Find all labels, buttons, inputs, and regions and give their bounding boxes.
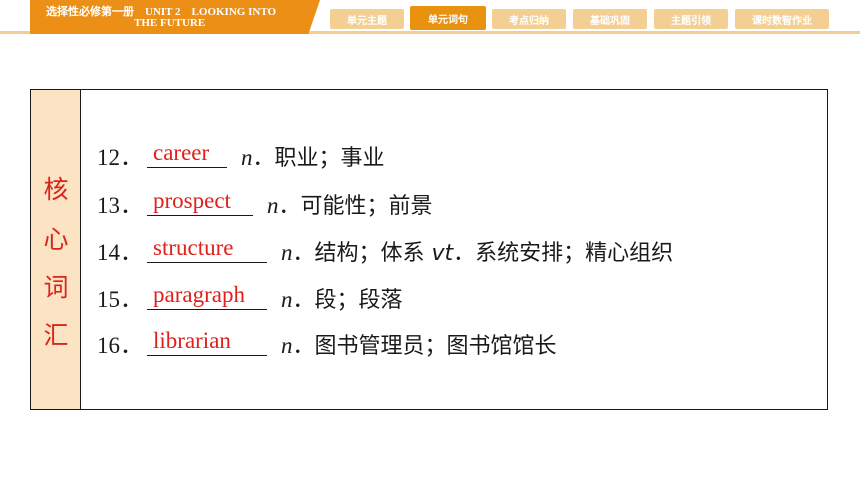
meaning-text: ．图书管理员；图书馆馆长 <box>292 334 557 359</box>
vocab-row: 16． librarian n．图书管理员；图书馆馆长 <box>97 320 797 360</box>
tab-digital-homework[interactable]: 课时数智作业 <box>735 9 829 29</box>
item-number: 13． <box>97 193 143 218</box>
side-label: 核 心 词 汇 <box>31 90 81 409</box>
vocabulary-panel: 核 心 词 汇 12． career n．职业；事业 13． prospect … <box>30 89 828 410</box>
side-label-char: 汇 <box>43 321 69 350</box>
part-of-speech: n <box>281 287 293 312</box>
tab-unit-vocabulary[interactable]: 单元词句 <box>410 6 486 30</box>
vocab-row: 13． prospect n．可能性；前景 <box>97 180 797 220</box>
meaning-text: ．可能性；前景 <box>278 194 433 219</box>
item-number: 14． <box>97 240 143 265</box>
meaning-text: ．职业；事业 <box>252 146 385 171</box>
part-of-speech: n <box>241 145 253 170</box>
answer-blank <box>147 214 253 216</box>
answer-word: career <box>153 140 210 165</box>
tab-unit-theme[interactable]: 单元主题 <box>330 9 404 29</box>
vocab-row: 14． structure n．结构；体系 vt．系统安排；精心组织 <box>97 227 797 267</box>
answer-word: librarian <box>153 328 231 353</box>
meaning-text-vt: ．系统安排；精心组织 <box>453 241 674 266</box>
answer-blank <box>147 166 227 168</box>
side-label-char: 心 <box>43 225 69 254</box>
item-number: 16． <box>97 333 143 358</box>
vocab-row: 15． paragraph n．段；段落 <box>97 274 797 314</box>
item-number: 12． <box>97 145 143 170</box>
meaning-text: ．结构；体系 <box>292 241 432 266</box>
definition: n．段；段落 <box>281 282 403 314</box>
answer-word: paragraph <box>153 282 245 307</box>
answer-word: structure <box>153 235 234 260</box>
answer-blank <box>147 308 267 310</box>
tab-basic-practice[interactable]: 基础巩固 <box>573 9 647 29</box>
lesson-title-line2: THE FUTURE <box>134 17 206 29</box>
item-number: 15． <box>97 287 143 312</box>
answer-blank <box>147 261 267 263</box>
answer-word: prospect <box>153 188 231 213</box>
part-of-speech: n <box>267 193 279 218</box>
tab-theme-lead[interactable]: 主题引领 <box>654 9 728 29</box>
tab-key-points[interactable]: 考点归纳 <box>492 9 566 29</box>
side-label-char: 词 <box>43 273 69 302</box>
vocab-row: 12． career n．职业；事业 <box>97 132 797 172</box>
part-of-speech: n <box>281 333 293 358</box>
definition: n．可能性；前景 <box>267 188 433 220</box>
definition: n．图书管理员；图书馆馆长 <box>281 328 557 360</box>
lesson-title-tab: 选择性必修第一册 UNIT 2 LOOKING INTO THE FUTURE <box>30 0 320 34</box>
header-bar: 选择性必修第一册 UNIT 2 LOOKING INTO THE FUTURE … <box>0 0 860 36</box>
side-label-char: 核 <box>43 175 69 204</box>
part-of-speech-vt: vt <box>431 241 454 266</box>
definition: n．职业；事业 <box>241 140 385 172</box>
definition: n．结构；体系 vt．系统安排；精心组织 <box>281 235 673 267</box>
meaning-text: ．段；段落 <box>292 288 403 313</box>
part-of-speech: n <box>281 240 293 265</box>
answer-blank <box>147 354 267 356</box>
